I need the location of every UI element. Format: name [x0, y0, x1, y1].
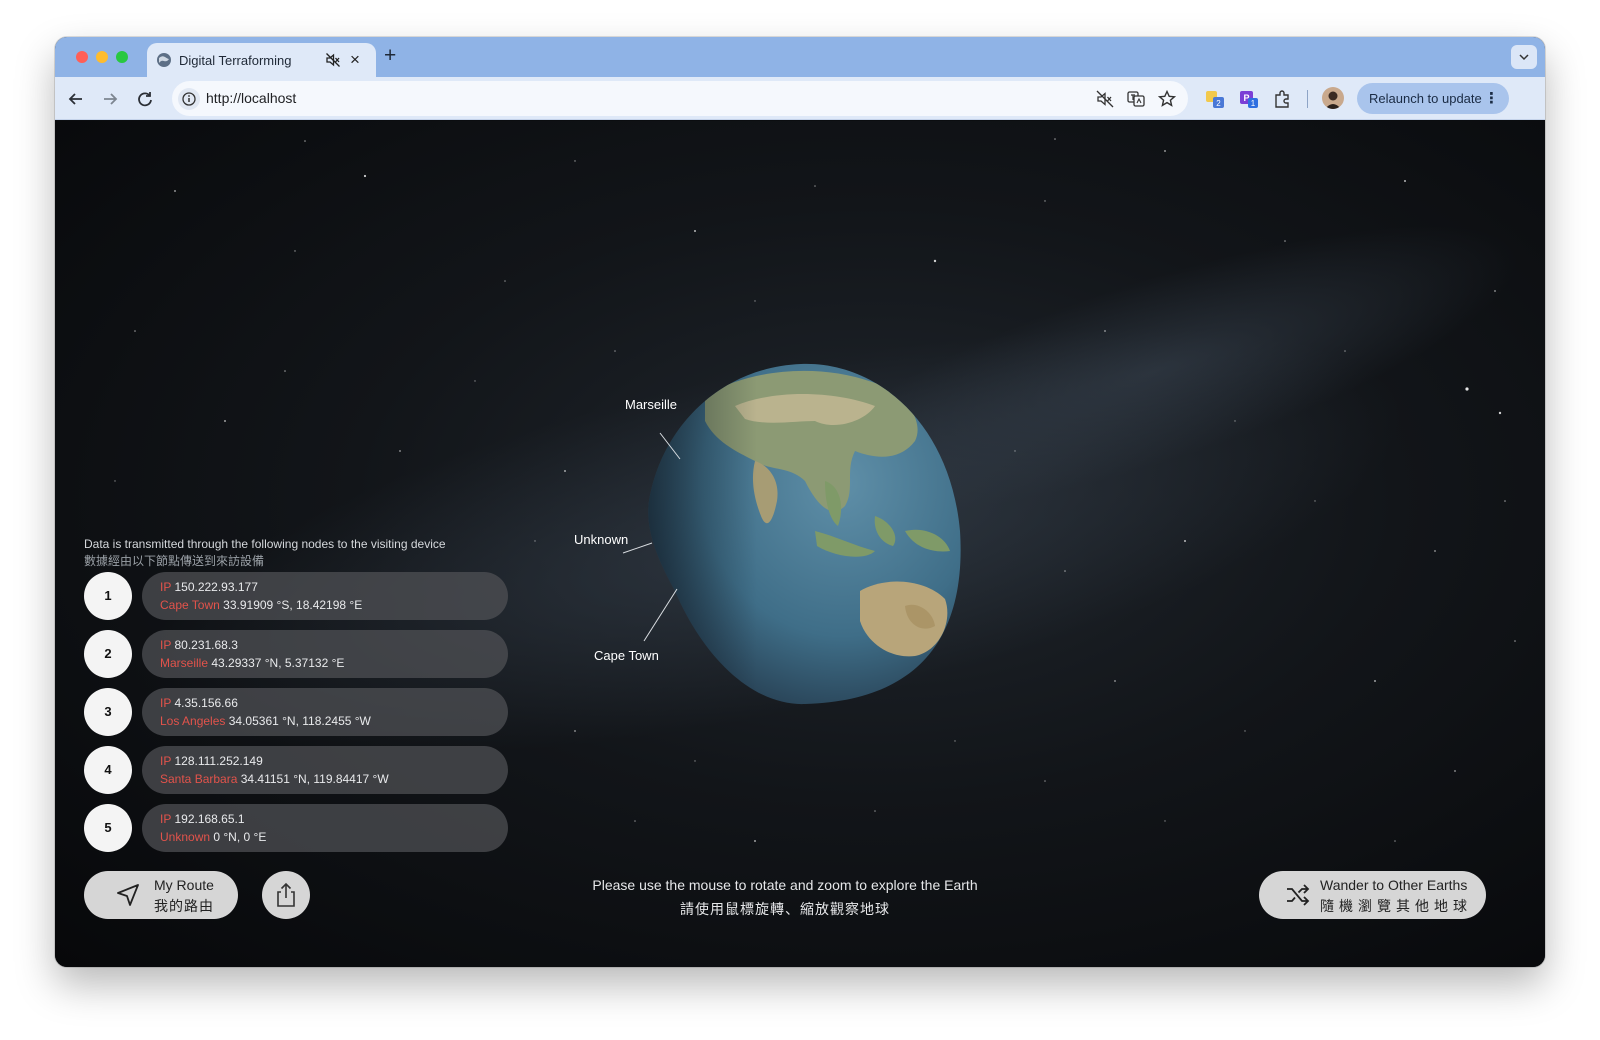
node-coords: 43.29337 °N, 5.37132 °E [211, 656, 345, 670]
site-info-icon[interactable] [178, 88, 200, 110]
tab-strip: Digital Terraforming × + [55, 37, 1545, 77]
tab-close-icon[interactable]: × [350, 50, 360, 70]
address-bar[interactable]: http://localhost [172, 81, 1188, 116]
maximize-window-button[interactable] [116, 51, 128, 63]
chevron-down-icon [1519, 54, 1529, 61]
node-city: Santa Barbara [160, 772, 238, 786]
ip-label: IP [160, 638, 172, 652]
purple-extension-icon[interactable]: P 1 [1239, 89, 1259, 109]
globe-label-unknown: Unknown [574, 532, 629, 547]
wander-label-zh: 隨機瀏覽其他地球 [1320, 898, 1472, 914]
panel-title-zh: 數據經由以下節點傳送到來訪設備 [84, 554, 265, 568]
node-details: IP 150.222.93.177 Cape Town 33.91909 °S,… [142, 572, 508, 620]
shuffle-icon [1287, 884, 1310, 906]
profile-avatar[interactable] [1322, 87, 1344, 109]
node-ip: 4.35.156.66 [174, 696, 238, 710]
ip-label: IP [160, 696, 172, 710]
svg-text:1: 1 [1251, 99, 1256, 108]
close-window-button[interactable] [76, 51, 88, 63]
ip-label: IP [160, 812, 172, 826]
node-ip: 128.111.252.149 [174, 754, 263, 768]
node-city: Unknown [160, 830, 211, 844]
route-node[interactable]: 4 IP 128.111.252.149 Santa Barbara 34.41… [84, 745, 514, 795]
route-node[interactable]: 5 IP 192.168.65.1 Unknown 0 °N, 0 °E [84, 803, 514, 853]
ip-label: IP [160, 580, 172, 594]
node-details: IP 192.168.65.1 Unknown 0 °N, 0 °E [142, 804, 508, 852]
node-number: 5 [84, 804, 132, 852]
node-details: IP 80.231.68.3 Marseille 43.29337 °N, 5.… [142, 630, 508, 678]
node-number: 1 [84, 572, 132, 620]
page-viewport: Marseille Unknown Cape Town Data is tran… [55, 121, 1545, 967]
node-number: 2 [84, 630, 132, 678]
url-text[interactable]: http://localhost [206, 90, 296, 106]
new-tab-icon[interactable]: + [384, 44, 396, 68]
translate-extension-icon[interactable]: 2 [1205, 89, 1225, 109]
forward-arrow-icon[interactable] [99, 88, 121, 110]
route-node[interactable]: 3 IP 4.35.156.66 Los Angeles 34.05361 °N… [84, 687, 514, 737]
tab-search-button[interactable] [1511, 45, 1537, 69]
tab-digital-terraforming[interactable]: Digital Terraforming × [147, 43, 376, 77]
panel-title-en: Data is transmitted through the followin… [84, 537, 446, 551]
back-arrow-icon[interactable] [65, 88, 87, 110]
globe-label-marseille: Marseille [625, 397, 678, 412]
bookmark-star-icon[interactable] [1157, 89, 1177, 109]
reload-icon[interactable] [134, 88, 156, 110]
svg-text:2: 2 [1216, 99, 1221, 108]
kebab-menu-icon[interactable]: ⋮ [1484, 83, 1499, 114]
globe-favicon-icon [157, 53, 171, 67]
wander-label-en: Wander to Other Earths [1320, 877, 1468, 893]
extensions-puzzle-icon[interactable] [1272, 89, 1292, 109]
node-number: 3 [84, 688, 132, 736]
route-node[interactable]: 2 IP 80.231.68.3 Marseille 43.29337 °N, … [84, 629, 514, 679]
node-number: 4 [84, 746, 132, 794]
relaunch-to-update-button[interactable]: Relaunch to update ⋮ [1357, 83, 1509, 114]
node-ip: 192.168.65.1 [174, 812, 245, 826]
wander-earths-button[interactable]: Wander to Other Earths 隨機瀏覽其他地球 [1259, 871, 1486, 919]
ip-label: IP [160, 754, 172, 768]
route-node[interactable]: 1 IP 150.222.93.177 Cape Town 33.91909 °… [84, 571, 514, 621]
relaunch-label: Relaunch to update [1369, 91, 1482, 106]
node-coords: 34.41151 °N, 119.84417 °W [240, 772, 389, 786]
muted-site-icon[interactable] [1095, 89, 1115, 109]
node-city: Los Angeles [160, 714, 226, 728]
translate-icon[interactable] [1126, 89, 1146, 109]
node-coords: 33.91909 °S, 18.42198 °E [223, 598, 363, 612]
toolbar-divider [1307, 90, 1308, 108]
node-details: IP 4.35.156.66 Los Angeles 34.05361 °N, … [142, 688, 508, 736]
node-city: Marseille [160, 656, 209, 670]
node-city: Cape Town [160, 598, 220, 612]
node-ip: 80.231.68.3 [174, 638, 238, 652]
node-ip: 150.222.93.177 [174, 580, 258, 594]
tab-muted-icon[interactable] [325, 52, 341, 68]
node-details: IP 128.111.252.149 Santa Barbara 34.4115… [142, 746, 508, 794]
node-coords: 0 °N, 0 °E [213, 830, 267, 844]
tab-title: Digital Terraforming [179, 53, 292, 68]
minimize-window-button[interactable] [96, 51, 108, 63]
browser-window: Digital Terraforming × + http://localhos… [55, 37, 1545, 967]
browser-toolbar: http://localhost 2 P 1 Relaunch to updat… [55, 77, 1545, 120]
node-coords: 34.05361 °N, 118.2455 °W [228, 714, 371, 728]
globe-label-cape-town: Cape Town [594, 648, 659, 663]
